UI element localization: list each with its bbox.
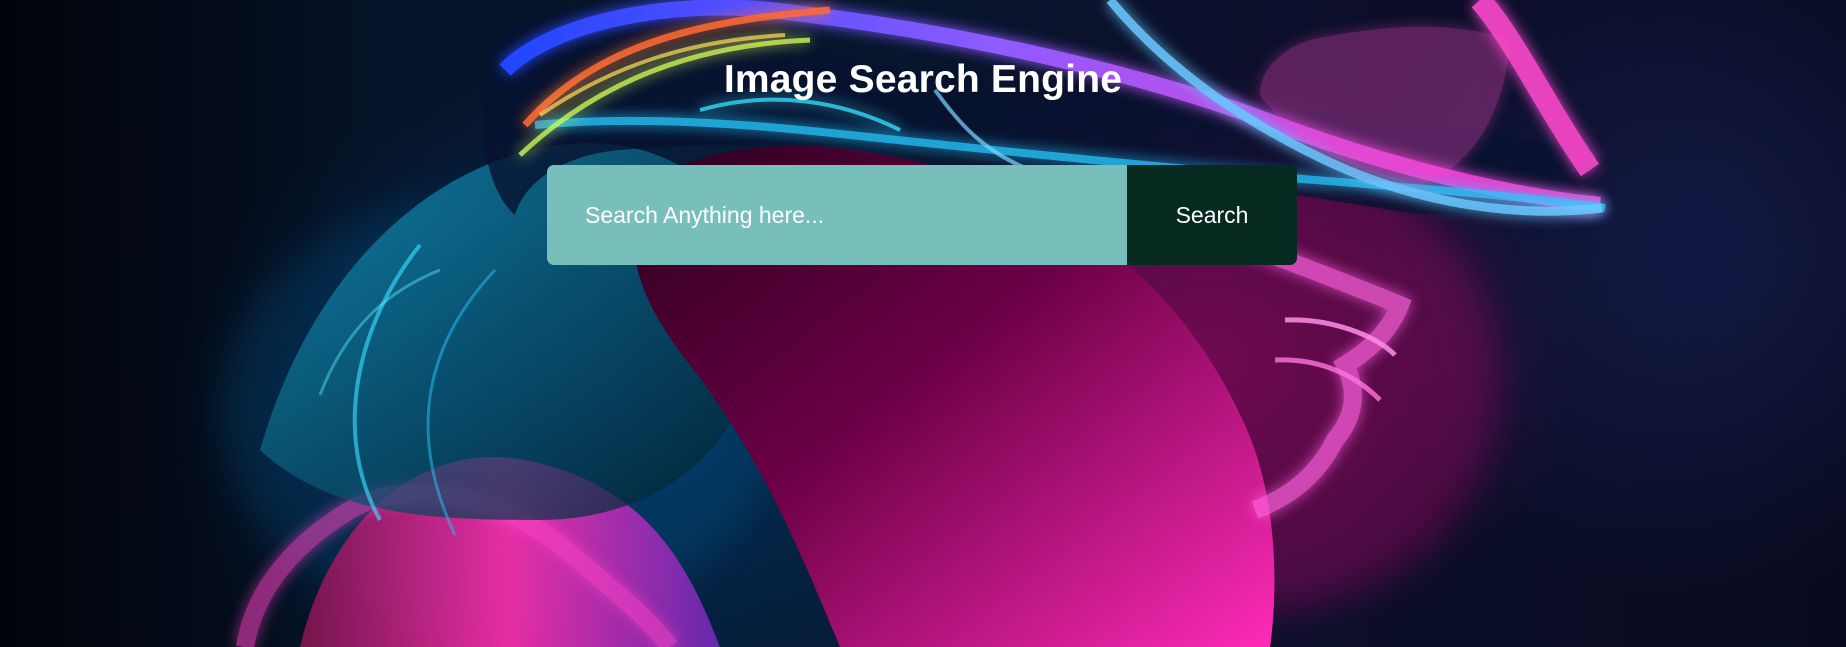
page-title: Image Search Engine — [723, 58, 1123, 101]
hero-section: Image Search Engine Search — [0, 0, 1846, 647]
search-input[interactable] — [547, 165, 1127, 265]
search-form: Search — [547, 165, 1297, 265]
search-button[interactable]: Search — [1127, 165, 1297, 265]
